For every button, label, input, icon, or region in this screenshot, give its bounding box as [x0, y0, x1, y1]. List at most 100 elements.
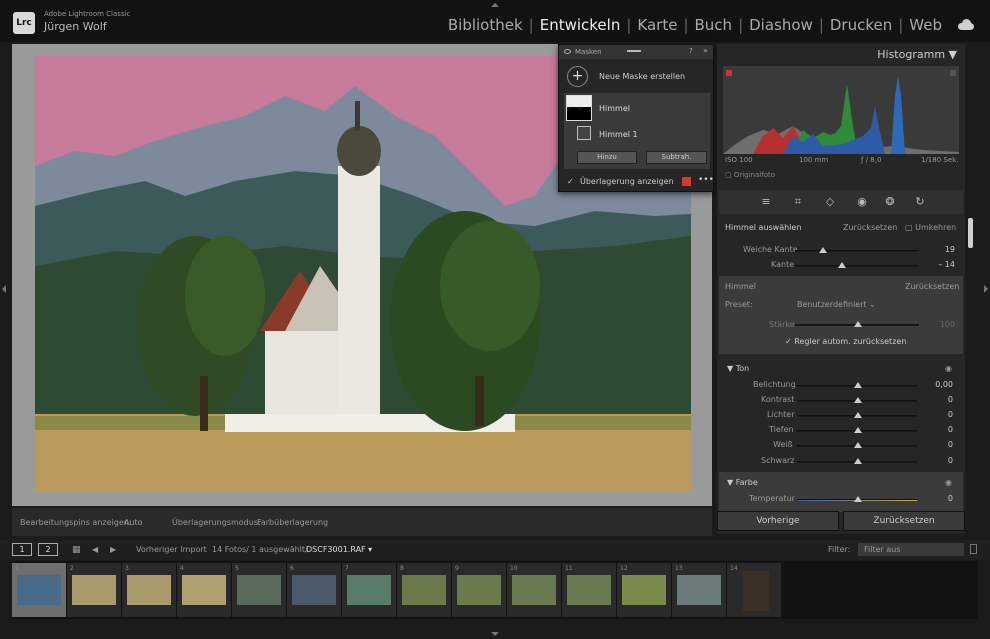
soft-edge-slider[interactable]	[795, 250, 919, 252]
strength-value: 100	[939, 320, 955, 329]
eye-icon[interactable]	[564, 49, 571, 54]
collapse-bottom-arrow-icon[interactable]	[491, 632, 499, 636]
cloud-icon[interactable]	[958, 19, 974, 30]
histogram-title[interactable]: Histogramm ▼	[877, 48, 957, 61]
subtract-button[interactable]: Subtrah.	[646, 151, 707, 164]
pins-select[interactable]: Auto	[124, 518, 143, 527]
mask-settings-reset[interactable]: Zurücksetzen	[905, 282, 959, 291]
overlay-color-swatch[interactable]	[681, 176, 692, 187]
mask-component-name[interactable]: Himmel 1	[599, 130, 638, 139]
filter-select[interactable]: Filter aus	[858, 543, 964, 556]
filmstrip-thumb[interactable]: 11	[562, 563, 616, 617]
drag-handle-icon[interactable]	[627, 50, 641, 52]
color-eye-icon[interactable]: ◉	[945, 478, 952, 487]
sky-component-icon[interactable]	[577, 126, 591, 140]
mask-thumbnail[interactable]	[566, 95, 592, 121]
screen-2-button[interactable]: 2	[38, 543, 58, 556]
sky-select-reset[interactable]: Zurücksetzen	[843, 223, 897, 232]
help-icon[interactable]: ?	[689, 47, 693, 55]
tone-section-header[interactable]: ▼ Ton	[727, 364, 749, 373]
grid-view-icon[interactable]: ▦	[72, 545, 81, 555]
module-drucken[interactable]: Drucken	[824, 16, 898, 34]
temperature-value[interactable]: 0	[925, 494, 953, 503]
histogram[interactable]	[723, 66, 959, 154]
module-buch[interactable]: Buch	[689, 16, 739, 34]
reset-button[interactable]: Zurücksetzen	[843, 511, 965, 531]
collapse-left-arrow-icon[interactable]	[2, 285, 6, 293]
module-web[interactable]: Web	[903, 16, 948, 34]
filmstrip-thumb[interactable]: 6	[287, 563, 341, 617]
collapse-top-arrow-icon[interactable]	[491, 3, 499, 7]
whites-value[interactable]: 0	[925, 440, 953, 449]
filter-lock-icon[interactable]	[970, 544, 977, 554]
exposure-value[interactable]: 0,00	[925, 380, 953, 389]
masks-panel-header[interactable]: Masken ? »	[559, 45, 713, 59]
healing-icon[interactable]: ◇	[823, 195, 837, 209]
contrast-knob[interactable]	[854, 397, 862, 403]
red-eye-icon[interactable]: ◉	[855, 195, 869, 209]
filmstrip-thumb[interactable]: 3	[122, 563, 176, 617]
filmstrip-thumb[interactable]: 14	[727, 563, 781, 617]
contrast-value[interactable]: 0	[925, 395, 953, 404]
edge-knob[interactable]	[838, 262, 846, 268]
app-name: Adobe Lightroom Classic	[44, 10, 131, 18]
filmstrip-thumb[interactable]: 9	[452, 563, 506, 617]
invert-checkbox[interactable]: ▢ Umkehren	[905, 223, 956, 232]
collapse-right-arrow-icon[interactable]	[984, 285, 988, 293]
shadows-knob[interactable]	[854, 427, 862, 433]
filename[interactable]: DSCF3001.RAF ▾	[306, 545, 372, 554]
more-options-icon[interactable]: •••	[698, 175, 714, 185]
filmstrip-thumb[interactable]: 13	[672, 563, 726, 617]
panel-scrollbar[interactable]	[968, 218, 973, 248]
highlights-value[interactable]: 0	[925, 410, 953, 419]
filmstrip-thumb[interactable]: 2	[67, 563, 121, 617]
previous-button[interactable]: Vorherige	[717, 511, 839, 531]
blacks-value[interactable]: 0	[925, 456, 953, 465]
edge-value[interactable]: – 14	[927, 260, 955, 269]
add-button[interactable]: Hinzu	[577, 151, 637, 164]
shadows-value[interactable]: 0	[925, 425, 953, 434]
module-entwickeln[interactable]: Entwickeln	[534, 16, 627, 34]
filmstrip-thumb[interactable]: 8	[397, 563, 451, 617]
new-mask-button[interactable]: +	[567, 66, 588, 87]
blacks-knob[interactable]	[854, 458, 862, 464]
crop-icon[interactable]: ⌗	[791, 195, 805, 209]
original-photo-toggle[interactable]: ▢ Originalfoto	[725, 171, 775, 179]
source-label[interactable]: Vorheriger Import	[136, 545, 207, 554]
filmstrip-thumb[interactable]: 10	[507, 563, 561, 617]
collapse-icon[interactable]: »	[703, 46, 708, 55]
tone-eye-icon[interactable]: ◉	[945, 364, 952, 373]
filmstrip-thumb[interactable]: 7	[342, 563, 396, 617]
show-overlay-label[interactable]: Überlagerung anzeigen	[580, 177, 674, 186]
exposure-knob[interactable]	[854, 382, 862, 388]
whites-knob[interactable]	[854, 442, 862, 448]
auto-reset-checkbox[interactable]: ✓ Regler autom. zurücksetzen	[785, 337, 906, 346]
strength-knob[interactable]	[854, 321, 862, 327]
reset-tool-icon[interactable]: ↻	[913, 195, 927, 209]
edit-sliders-icon[interactable]: ≡	[759, 195, 773, 209]
overlay-mode-select[interactable]: Farbüberlagerung	[257, 518, 328, 527]
preset-select[interactable]: Benutzerdefiniert ⌄	[797, 300, 876, 309]
module-diashow[interactable]: Diashow	[743, 16, 819, 34]
mask-name[interactable]: Himmel	[599, 104, 630, 113]
filmstrip-thumb[interactable]: 5	[232, 563, 286, 617]
temperature-knob[interactable]	[854, 496, 862, 502]
masking-icon[interactable]: ❂	[883, 195, 897, 209]
filmstrip-thumb[interactable]: 4	[177, 563, 231, 617]
checkmark-icon[interactable]: ✓	[567, 177, 574, 186]
forward-arrow-icon[interactable]: ▶	[110, 545, 116, 554]
highlights-knob[interactable]	[854, 412, 862, 418]
soft-edge-value[interactable]: 19	[927, 245, 955, 254]
screen-1-button[interactable]: 1	[12, 543, 32, 556]
module-karte[interactable]: Karte	[631, 16, 683, 34]
filmstrip-thumb[interactable]: 1	[12, 563, 66, 617]
color-section-header[interactable]: ▼ Farbe	[727, 478, 758, 487]
filter-label: Filter:	[828, 545, 851, 554]
new-mask-label[interactable]: Neue Maske erstellen	[599, 72, 685, 81]
soft-edge-knob[interactable]	[819, 247, 827, 253]
photo-count: 14 Fotos/ 1 ausgewählt/	[212, 545, 308, 554]
back-arrow-icon[interactable]: ◀	[92, 545, 98, 554]
edge-slider[interactable]	[795, 265, 919, 267]
filmstrip-thumb[interactable]: 12	[617, 563, 671, 617]
module-bibliothek[interactable]: Bibliothek	[442, 16, 529, 34]
